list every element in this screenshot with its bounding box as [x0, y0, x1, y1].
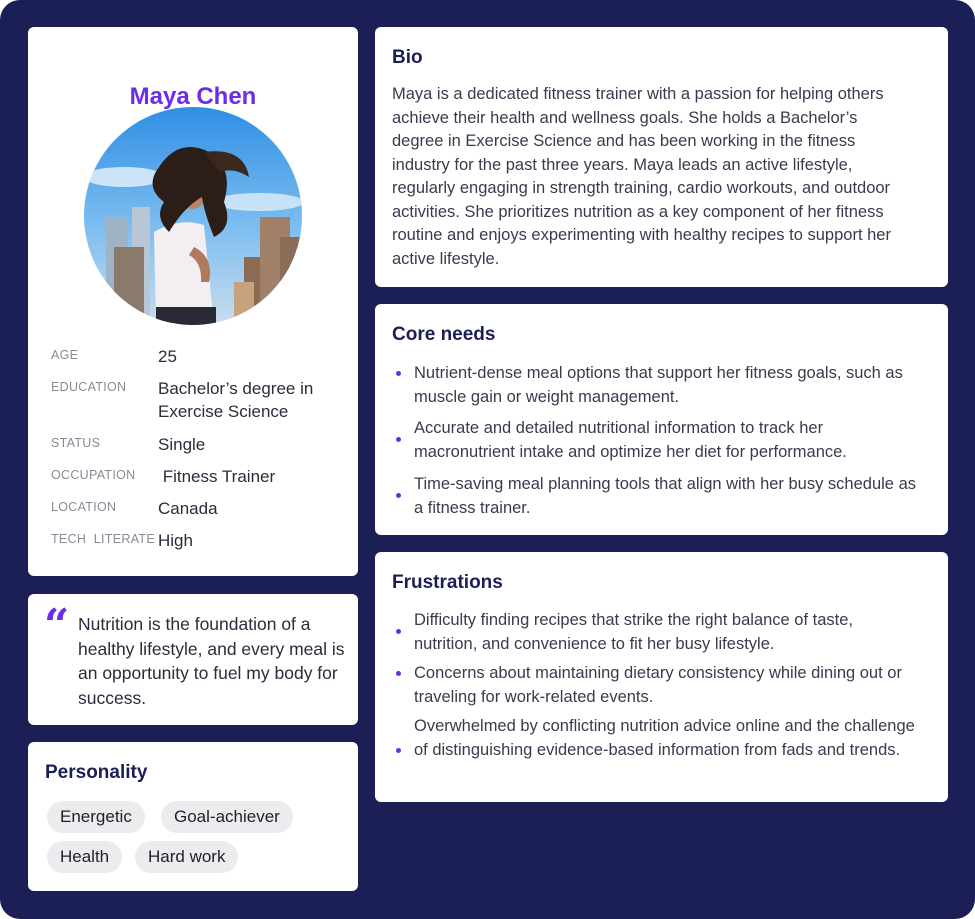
personality-card: Personality Energetic Goal-achiever Heal… [28, 742, 358, 891]
bio-text: Maya is a dedicated fitness trainer with… [392, 85, 891, 268]
bio-title: Bio [392, 47, 423, 68]
list-item-text: Accurate and detailed nutritional inform… [414, 419, 847, 461]
quote-text: Nutrition is the foundation of a healthy… [78, 614, 345, 708]
attribute-value: High [158, 531, 193, 550]
personality-tag: Health [47, 841, 123, 873]
attribute-label: EDUCATION [51, 380, 127, 394]
avatar [84, 107, 302, 325]
bullet-icon [396, 437, 401, 442]
bullet-icon [396, 493, 401, 498]
core-needs-card: Core needs Nutrient-dense meal options t… [375, 304, 948, 535]
core-needs-title: Core needs [392, 324, 496, 345]
bio-card: Bio Maya is a dedicated fitness trainer … [375, 27, 948, 287]
attribute-value: 25 [158, 347, 177, 366]
profile-card: Maya Chen AGE 25 EDUCATION Bachelor’s de… [28, 27, 358, 576]
attribute-label: OCCUPATION [51, 468, 136, 482]
frustrations-card: Frustrations Difficulty finding recipes … [375, 552, 948, 802]
attribute-label: LOCATION [51, 500, 117, 514]
personality-tag: Energetic [47, 801, 145, 833]
persona-board: Maya Chen AGE 25 EDUCATION Bachelor’s de… [0, 0, 975, 919]
attribute-label: AGE [51, 348, 79, 362]
list-item-text: Concerns about maintaining dietary consi… [414, 664, 902, 706]
attribute-value: Canada [158, 499, 218, 518]
list-item-text: Overwhelmed by conflicting nutrition adv… [414, 717, 915, 759]
list-item-text: Difficulty finding recipes that strike t… [414, 611, 854, 653]
quote-card: “ Nutrition is the foundation of a healt… [28, 594, 358, 725]
attribute-label: STATUS [51, 436, 101, 450]
personality-title: Personality [45, 762, 148, 783]
bullet-icon [396, 629, 401, 634]
personality-tag: Goal-achiever [161, 801, 293, 833]
list-item-text: Time-saving meal planning tools that ali… [414, 475, 916, 517]
attribute-label: TECH LITERATE [51, 532, 155, 546]
bullet-icon [396, 748, 401, 753]
frustrations-title: Frustrations [392, 572, 503, 593]
quote-icon: “ [44, 600, 70, 651]
avatar-photo [84, 107, 302, 325]
bullet-icon [396, 671, 401, 676]
bullet-icon [396, 371, 401, 376]
attribute-value: Single [158, 435, 206, 454]
personality-tag: Hard work [135, 841, 239, 873]
attribute-value: Bachelor’s degree in Exercise Science [158, 379, 314, 421]
attribute-value: Fitness Trainer [158, 467, 276, 486]
list-item-text: Nutrient-dense meal options that support… [414, 364, 903, 406]
